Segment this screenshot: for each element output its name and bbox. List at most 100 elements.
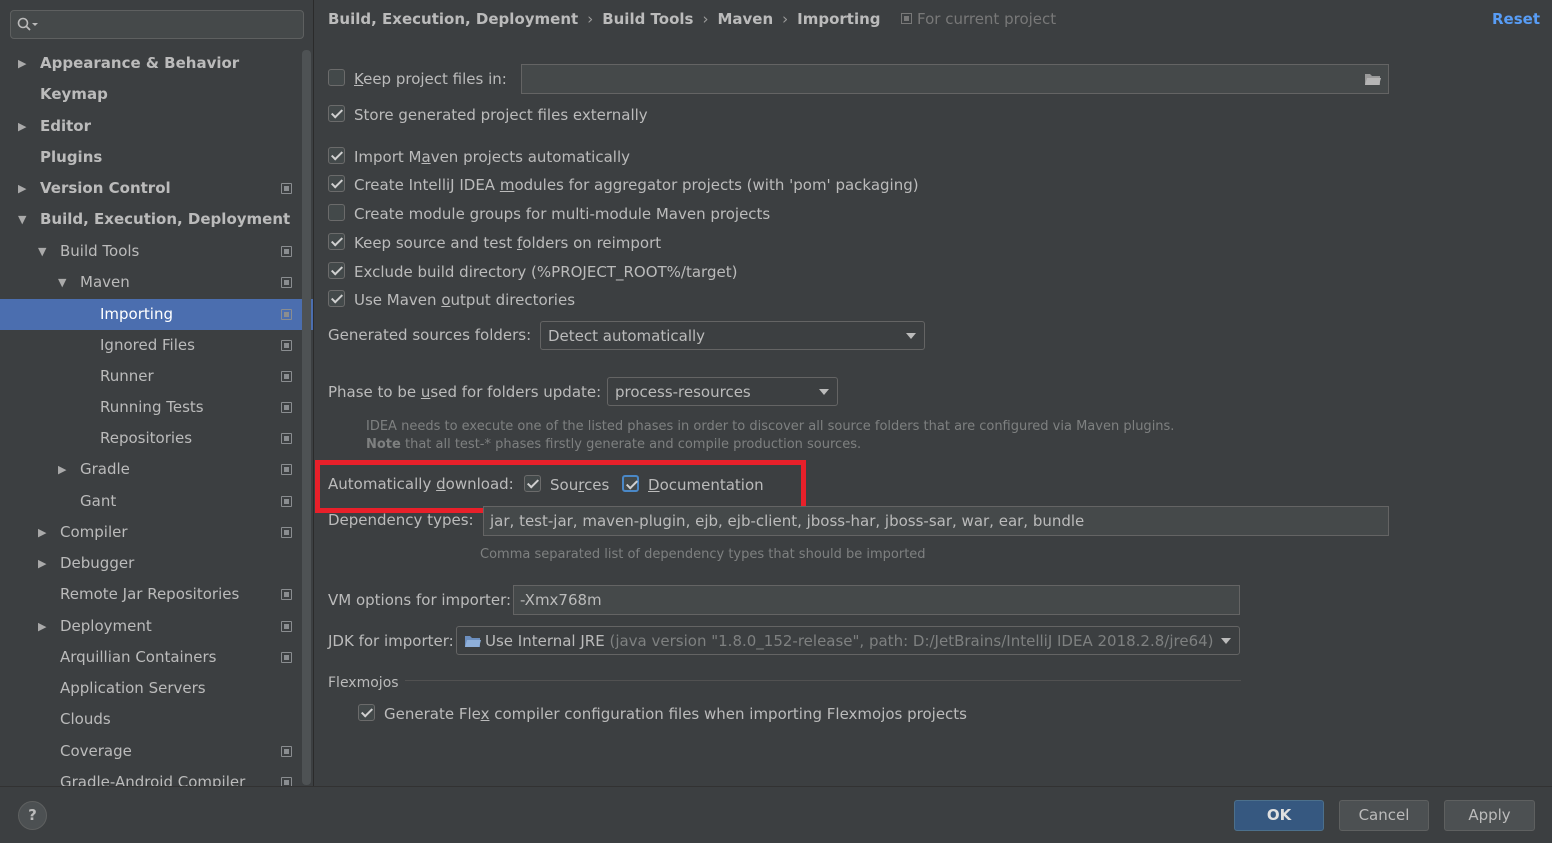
- dropdown-arrow-icon: [906, 333, 916, 339]
- create-groups-checkbox[interactable]: [328, 204, 345, 221]
- documentation-checkbox[interactable]: [622, 475, 639, 492]
- sidebar-item-application-servers[interactable]: Application Servers: [0, 673, 300, 704]
- keep-project-files-checkbox[interactable]: [328, 69, 345, 86]
- documentation-row: Documentation: [622, 473, 764, 497]
- project-settings-icon: [281, 340, 292, 351]
- chevron-right-icon[interactable]: ▶: [38, 548, 52, 579]
- sidebar-item-importing[interactable]: Importing: [0, 299, 313, 330]
- project-settings-icon: [281, 402, 292, 413]
- breadcrumb-separator: ›: [587, 10, 594, 28]
- sidebar-item-maven[interactable]: ▼ Maven: [0, 267, 300, 298]
- sidebar-item-keymap[interactable]: Keymap: [0, 79, 300, 110]
- keep-project-files-label: Keep project files in:: [354, 70, 507, 88]
- dropdown-arrow-icon: [819, 389, 829, 395]
- sidebar-item-arquillian-containers[interactable]: Arquillian Containers: [0, 642, 300, 673]
- project-settings-icon: [281, 589, 292, 600]
- project-settings-icon: [281, 433, 292, 444]
- help-button[interactable]: ?: [18, 801, 47, 830]
- use-output-checkbox[interactable]: [328, 290, 345, 307]
- create-modules-checkbox[interactable]: [328, 175, 345, 192]
- sidebar-item-gradle[interactable]: ▶ Gradle: [0, 454, 300, 485]
- project-settings-icon: [281, 246, 292, 257]
- keep-project-files-input[interactable]: [521, 64, 1389, 94]
- exclude-build-checkbox[interactable]: [328, 262, 345, 279]
- project-settings-icon: [901, 13, 912, 24]
- sidebar-item-coverage[interactable]: Coverage: [0, 736, 300, 767]
- keep-project-files-row: Keep project files in:: [328, 67, 507, 91]
- chevron-right-icon[interactable]: ▶: [38, 517, 52, 548]
- import-auto-checkbox[interactable]: [328, 147, 345, 164]
- sidebar-item-build-tools[interactable]: ▼ Build Tools: [0, 236, 300, 267]
- documentation-label: Documentation: [648, 476, 764, 494]
- chevron-right-icon[interactable]: ▶: [38, 611, 52, 642]
- sidebar-item-runner[interactable]: Runner: [0, 361, 300, 392]
- project-settings-icon: [281, 464, 292, 475]
- project-settings-icon: [281, 183, 292, 194]
- sidebar-item-appearance-behavior[interactable]: ▶ Appearance & Behavior: [0, 48, 300, 79]
- sidebar-item-running-tests[interactable]: Running Tests: [0, 392, 300, 423]
- sidebar-item-repositories[interactable]: Repositories: [0, 423, 300, 454]
- chevron-down-icon[interactable]: ▼: [38, 236, 52, 267]
- breadcrumb-separator: ›: [782, 10, 789, 28]
- sidebar-scrollbar[interactable]: [302, 50, 311, 785]
- breadcrumb-item: Maven: [717, 10, 774, 28]
- store-externally-row: Store generated project files externally: [328, 103, 648, 127]
- sidebar-item-ignored-files[interactable]: Ignored Files: [0, 330, 300, 361]
- sidebar-item-build-execution-deployment[interactable]: ▼ Build, Execution, Deployment: [0, 204, 300, 235]
- jdk-dropdown[interactable]: Use Internal JRE (java version "1.8.0_15…: [456, 626, 1240, 655]
- chevron-down-icon[interactable]: ▼: [18, 204, 32, 235]
- project-settings-icon: [281, 277, 292, 288]
- project-settings-icon: [281, 621, 292, 632]
- dep-types-label: Dependency types:: [328, 511, 474, 529]
- phase-dropdown[interactable]: process-resources: [607, 377, 838, 406]
- sidebar-item-editor[interactable]: ▶ Editor: [0, 111, 300, 142]
- chevron-right-icon[interactable]: ▶: [18, 48, 32, 79]
- keep-source-checkbox[interactable]: [328, 233, 345, 250]
- breadcrumb-item: Build, Execution, Deployment: [328, 10, 579, 28]
- sidebar-item-deployment[interactable]: ▶ Deployment: [0, 611, 300, 642]
- apply-button[interactable]: Apply: [1444, 800, 1535, 831]
- flexmojos-section-title: Flexmojos: [328, 675, 399, 691]
- project-settings-icon: [281, 777, 292, 786]
- vm-options-input[interactable]: -Xmx768m: [513, 585, 1240, 615]
- dialog-footer: ? OK Cancel Apply: [0, 786, 1552, 843]
- settings-search-input[interactable]: [10, 10, 304, 39]
- dep-types-input[interactable]: jar, test-jar, maven-plugin, ejb, ejb-cl…: [483, 506, 1389, 536]
- sidebar-item-debugger[interactable]: ▶ Debugger: [0, 548, 300, 579]
- chevron-right-icon[interactable]: ▶: [18, 173, 32, 204]
- ok-button[interactable]: OK: [1234, 800, 1324, 831]
- sidebar-item-remote-jar-repositories[interactable]: Remote Jar Repositories: [0, 579, 300, 610]
- sources-checkbox[interactable]: [524, 475, 541, 492]
- sidebar-item-gradle-android-compiler[interactable]: Gradle-Android Compiler: [0, 767, 300, 786]
- store-externally-checkbox[interactable]: [328, 105, 345, 122]
- sidebar-item-clouds[interactable]: Clouds: [0, 704, 300, 735]
- sidebar-item-version-control[interactable]: ▶ Version Control: [0, 173, 300, 204]
- project-settings-icon: [281, 527, 292, 538]
- project-scope-label: For current project: [901, 10, 1056, 28]
- reset-link[interactable]: Reset: [1492, 10, 1540, 28]
- create-modules-label: Create IntelliJ IDEA modules for aggrega…: [354, 176, 919, 194]
- chevron-right-icon[interactable]: ▶: [58, 454, 72, 485]
- chevron-right-icon[interactable]: ▶: [18, 111, 32, 142]
- search-icon: [17, 17, 38, 31]
- cancel-button[interactable]: Cancel: [1339, 800, 1429, 831]
- sidebar-item-plugins[interactable]: Plugins: [0, 142, 300, 173]
- breadcrumb-item: Build Tools: [602, 10, 694, 28]
- flex-generate-checkbox[interactable]: [358, 704, 375, 721]
- sidebar-item-gant[interactable]: Gant: [0, 486, 300, 517]
- import-auto-row: Import Maven projects automatically: [328, 145, 630, 169]
- chevron-down-icon[interactable]: ▼: [58, 267, 72, 298]
- settings-content-panel: Build, Execution, Deployment › Build Tools…: [315, 0, 1552, 786]
- use-output-row: Use Maven output directories: [328, 288, 575, 312]
- breadcrumb-separator: ›: [702, 10, 709, 28]
- project-settings-icon: [281, 746, 292, 757]
- phase-hint-line-1: IDEA needs to execute one of the listed …: [366, 419, 1175, 434]
- breadcrumb-item: Importing: [797, 10, 881, 28]
- sources-row: Sources: [524, 473, 609, 497]
- folder-icon[interactable]: [1364, 72, 1382, 86]
- section-divider: [405, 680, 1241, 681]
- exclude-build-label: Exclude build directory (%PROJECT_ROOT%/…: [354, 263, 738, 281]
- store-externally-label: Store generated project files externally: [354, 106, 648, 124]
- gen-sources-dropdown[interactable]: Detect automatically: [540, 321, 925, 350]
- sidebar-item-compiler[interactable]: ▶ Compiler: [0, 517, 300, 548]
